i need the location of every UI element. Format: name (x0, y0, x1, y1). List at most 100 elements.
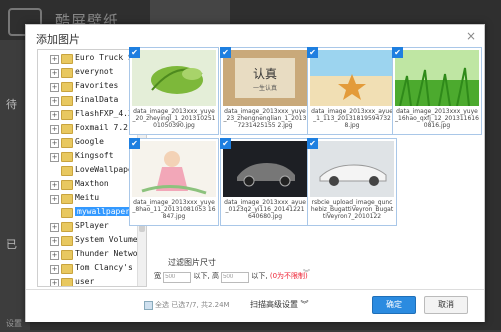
add-image-dialog: 添加图片 × + Euro Truck Si + everynot + Favorites… (25, 24, 485, 322)
tree-item[interactable]: + Tom Clancy's (38, 262, 138, 276)
thumbnail-item[interactable]: 认真 一生认真 ✔ data_image_2013xxx_yuye_23_zhen… (220, 47, 310, 135)
thumbnail-item[interactable]: ✔ data_image_2013xxx_yuye_16hao_qxfj_12_… (392, 47, 482, 135)
thumb-checkbox[interactable]: ✔ (129, 47, 140, 58)
tree-item[interactable]: + Thunder Netwo (38, 248, 138, 262)
sign-image: 认真 一生认真 (223, 50, 307, 106)
bg-label-done: 已 (6, 238, 17, 251)
expand-icon[interactable]: + (50, 223, 59, 232)
svg-text:认真: 认真 (253, 67, 277, 81)
width-input[interactable] (163, 271, 192, 283)
select-all-checkbox[interactable] (144, 300, 153, 310)
width-label: 宽 (154, 272, 161, 280)
folder-icon (61, 236, 73, 246)
chevron-down-icon: ︾ (300, 300, 309, 309)
advanced-label: 扫描高级设置 (250, 300, 298, 309)
thumbnail-item[interactable]: ✔ data_image_2013xxx_ayue_0123q2_yi116_2… (220, 138, 310, 226)
folder-icon (61, 166, 73, 176)
folder-icon (61, 250, 73, 260)
tree-item[interactable]: + Euro Truck Si (38, 52, 138, 66)
dialog-footer: 全选 已选7/7, 共2.24M 扫描高级设置 ︾ 确定 取消 (26, 289, 484, 322)
tree-item[interactable]: + Maxthon (38, 178, 138, 192)
thumb-checkbox[interactable]: ✔ (392, 47, 403, 58)
expand-icon[interactable]: + (50, 181, 59, 190)
expand-icon[interactable]: + (50, 69, 59, 78)
tree-item-label: Thunder Netwo (75, 249, 138, 258)
filter-title: 过滤图片尺寸 (168, 258, 216, 267)
thumb-caption: data_image_2013xxx_ayue_1_113_2013181959… (311, 108, 393, 129)
select-all[interactable]: 全选 已选7/7, 共2.24M (144, 300, 230, 310)
height-input[interactable] (221, 271, 250, 283)
expand-icon[interactable]: + (50, 111, 59, 120)
tree-item-label: Tom Clancy's (75, 263, 133, 272)
tree-item[interactable]: + SPlayer (38, 220, 138, 234)
tree-item[interactable]: + user (38, 276, 138, 286)
thumbnail-item[interactable]: ✔ data_image_2013xxx_ayue_1_113_20131819… (307, 47, 397, 135)
folder-icon (61, 194, 73, 204)
expand-icon[interactable]: + (50, 195, 59, 204)
expand-icon[interactable]: + (50, 97, 59, 106)
tree-item-label: System Volume (75, 235, 138, 244)
thumb-caption: data_image_2013xxx_yuye_20_zheyingl_1_20… (132, 108, 216, 129)
folder-icon (61, 96, 73, 106)
grass-image (395, 50, 479, 107)
folder-icon (61, 208, 73, 218)
folder-icon (61, 54, 73, 64)
tree-item[interactable]: mywallpaper (38, 206, 145, 220)
thumb-checkbox[interactable]: ✔ (220, 138, 231, 149)
thumb-caption: rsbcie_upload_image_qunchebiz_BugattiVey… (310, 199, 394, 220)
thumb-caption: data_image_2013xxx_yuye_16hao_qxfj_12_20… (395, 108, 479, 129)
expand-icon[interactable]: + (50, 251, 59, 260)
expand-icon[interactable]: + (50, 125, 59, 134)
expand-icon[interactable]: + (50, 237, 59, 246)
tree-item[interactable]: + Google (38, 136, 138, 150)
expand-icon[interactable]: + (50, 279, 59, 286)
thumbnail-item[interactable]: ✔ data_image_2013xxx_yuye_8hao_11_201310… (129, 138, 219, 226)
folder-icon (61, 68, 73, 78)
thumbnail-item[interactable]: ✔ data_image_2013xxx_yuye_20_zheyingl_1_… (129, 47, 219, 135)
thumb-caption: data_image_2013xxx_yuye_8hao_11_20131081… (132, 199, 216, 220)
selected-count: 已选7/7, 共2.24M (171, 301, 230, 309)
tree-item[interactable]: + FlashFXP_4.3. (38, 108, 138, 122)
girl-drawing-image (132, 141, 216, 197)
below-label-2: 以下, (251, 272, 268, 280)
tree-item[interactable]: + Kingsoft (38, 150, 138, 164)
folder-icon (61, 278, 73, 286)
folder-icon (61, 180, 73, 190)
cancel-button[interactable]: 取消 (424, 296, 468, 314)
thumb-checkbox[interactable]: ✔ (307, 47, 318, 58)
expand-icon[interactable]: + (50, 139, 59, 148)
dialog-title: 添加图片 (36, 33, 80, 46)
leaf-image (132, 50, 216, 106)
thumb-checkbox[interactable]: ✔ (129, 138, 140, 149)
select-all-label: 全选 (155, 301, 169, 309)
thumb-checkbox[interactable]: ✔ (307, 138, 318, 149)
folder-icon (61, 138, 73, 148)
height-label: 高 (211, 272, 219, 280)
folder-icon (61, 82, 73, 92)
tree-item[interactable]: + everynot (38, 66, 138, 80)
thumbnail-item[interactable]: ✔ rsbcie_upload_image_qunchebiz_BugattiV… (307, 138, 397, 226)
filter-hint: (0为不限制) (269, 272, 308, 280)
folder-icon (61, 110, 73, 120)
folder-icon (61, 264, 73, 274)
thumb-checkbox[interactable]: ✔ (220, 47, 231, 58)
expand-icon[interactable]: + (50, 55, 59, 64)
tree-item[interactable]: + System Volume (38, 234, 138, 248)
below-label-1: 以下, (193, 272, 210, 280)
tree-item[interactable]: + FinalData (38, 94, 138, 108)
bg-label-pending: 待 (6, 98, 17, 111)
thumb-caption: data_image_2013xxx_ayue_0123q2_yi116_201… (224, 199, 306, 220)
expand-icon[interactable]: + (50, 265, 59, 274)
ok-button[interactable]: 确定 (372, 296, 416, 314)
expand-icon[interactable]: + (50, 83, 59, 92)
tree-item[interactable]: + Foxmail 7.2 (38, 122, 138, 136)
tree-item-label: user (75, 277, 95, 286)
tree-item[interactable]: + Meitu (38, 192, 138, 206)
tree-item[interactable]: + Favorites (38, 80, 138, 94)
close-icon[interactable]: × (466, 29, 476, 43)
advanced-settings-link[interactable]: 扫描高级设置 ︾ (250, 299, 309, 310)
expand-icon[interactable]: + (50, 153, 59, 162)
filter-row: 宽 以下, 高 以下, (0为不限制) (154, 271, 308, 283)
tree-item[interactable]: LoveWallpaper (38, 164, 138, 178)
starfish-image (310, 50, 394, 106)
